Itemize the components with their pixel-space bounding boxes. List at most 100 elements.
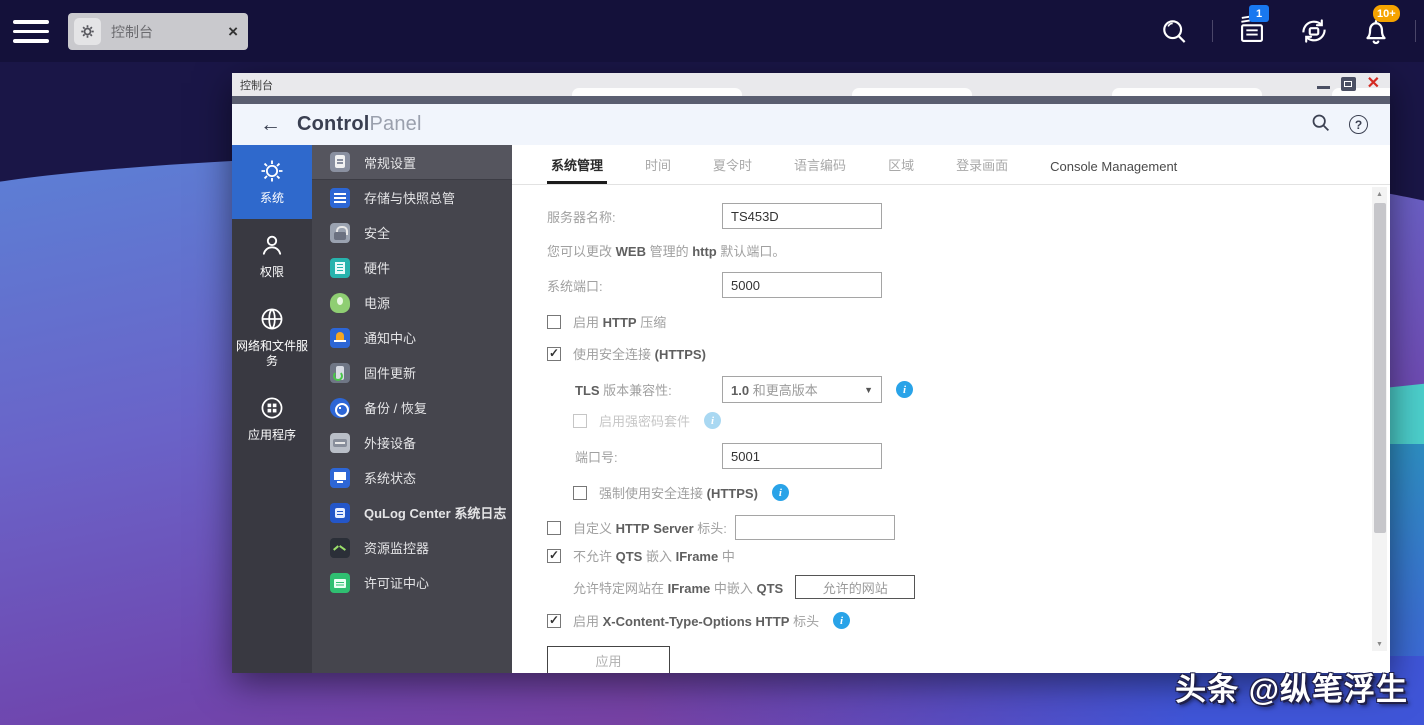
sidebar-item-network-file-services[interactable]: 网络和文件服务 [232,293,312,382]
menu-item-license-center[interactable]: 许可证中心 [312,565,512,600]
app-header: ← ControlPanel ? [232,104,1390,145]
strong-cipher-info-icon[interactable]: i [704,412,721,429]
person-icon [258,231,286,259]
taskbar-tab-control-panel[interactable]: 控制台 × [68,13,248,50]
menu-item-backup-restore[interactable]: 备份 / 恢复 [312,390,512,425]
power-icon [330,293,350,313]
tab-close-icon[interactable]: × [228,22,238,42]
back-arrow-icon[interactable]: ← [260,113,281,137]
sync-backup-icon[interactable] [1297,14,1331,48]
notifications-badge: 10+ [1373,5,1400,22]
tab-time[interactable]: 时间 [641,155,675,184]
scrollbar-thumb[interactable] [1374,203,1386,533]
system-port-input[interactable] [722,272,882,298]
category-sidebar: 系统 权限 网络和文件服务 [232,145,312,673]
notifications-bell-icon[interactable]: 10+ [1359,14,1393,48]
system-admin-form: 服务器名称: 您可以更改 WEB 管理的 http 默认端口。 系统端口: 启用… [512,185,1390,673]
apply-button[interactable]: 应用 [547,646,670,673]
xcontent-label: 启用 X-Content-Type-Options HTTP 标头 [573,611,819,630]
apps-grid-icon [258,394,286,422]
strong-cipher-checkbox[interactable] [573,414,587,428]
globe-icon [258,305,286,333]
scroll-down-icon[interactable]: ▼ [1372,637,1387,651]
tab-bar: 系统管理 时间 夏令时 语言编码 区域 登录画面 Console Managem… [512,145,1390,185]
content-scrollbar[interactable]: ▲ ▼ [1372,187,1387,651]
scroll-up-icon[interactable]: ▲ [1372,187,1387,201]
titlebar-accent-strip [232,96,1390,104]
sidebar-item-applications[interactable]: 应用程序 [232,382,312,456]
menu-item-system-status[interactable]: 系统状态 [312,460,512,495]
search-icon[interactable] [1158,15,1190,47]
tls-version-select[interactable]: 1.0 和更高版本 ▼ [722,376,882,403]
menu-item-general-settings[interactable]: 常规设置 [312,145,512,180]
tab-system-administration[interactable]: 系统管理 [547,155,607,184]
https-port-label: 端口号: [547,447,722,466]
force-https-checkbox[interactable] [573,486,587,500]
xcontent-info-icon[interactable]: i [833,612,850,629]
menu-item-resource-monitor[interactable]: 资源监控器 [312,530,512,565]
force-https-label: 强制使用安全连接 (HTTPS) [599,483,758,502]
server-name-input[interactable] [722,203,882,229]
menu-item-qulog-center[interactable]: QuLog Center 系统日志 [312,495,512,530]
topbar-separator [1415,20,1416,42]
window-titlebar[interactable]: 控制台 ✕ [232,73,1390,96]
firmware-update-icon [330,363,350,383]
desktop-topbar: 控制台 × 1 [0,0,1424,62]
license-center-icon [330,573,350,593]
menu-item-storage-snapshots[interactable]: 存储与快照总管 [312,180,512,215]
resource-monitor-icon [330,538,350,558]
menu-item-power[interactable]: 电源 [312,285,512,320]
tab-login-screen[interactable]: 登录画面 [952,155,1012,184]
header-search-icon[interactable] [1310,112,1331,138]
general-settings-icon [330,152,350,172]
menu-item-security[interactable]: 安全 [312,215,512,250]
no-iframe-checkbox[interactable] [547,549,561,563]
close-button[interactable]: ✕ [1367,77,1380,91]
no-iframe-label: 不允许 QTS 嵌入 IFrame 中 [573,546,735,565]
hardware-icon [330,258,350,278]
force-https-info-icon[interactable]: i [772,484,789,501]
tab-region[interactable]: 区域 [884,155,918,184]
cloud-decoration [572,88,742,96]
cloud-decoration [1112,88,1262,96]
https-label: 使用安全连接 (HTTPS) [573,344,706,363]
tab-console-management[interactable]: Console Management [1046,159,1181,184]
tls-info-icon[interactable]: i [896,381,913,398]
custom-header-input[interactable] [735,515,895,540]
window-title: 控制台 [240,77,273,93]
storage-snapshots-icon [330,188,350,208]
tab-daylight-saving[interactable]: 夏令时 [709,155,756,184]
cloud-decoration [852,88,972,96]
https-port-input[interactable] [722,443,882,469]
http-compression-label: 启用 HTTP 压缩 [573,312,666,331]
help-icon[interactable]: ? [1349,115,1368,134]
minimize-button[interactable] [1317,86,1330,89]
gear-icon [74,18,101,45]
strong-cipher-label: 启用强密码套件 [599,411,690,430]
maximize-button[interactable] [1341,77,1356,91]
content-pane: 系统管理 时间 夏令时 语言编码 区域 登录画面 Console Managem… [512,145,1390,673]
iframe-allow-label: 允许特定网站在 IFrame 中嵌入 QTS [573,578,783,597]
tab-codepage[interactable]: 语言编码 [790,155,850,184]
tls-label: TLS 版本兼容性: [547,380,722,399]
menu-item-firmware-update[interactable]: 固件更新 [312,355,512,390]
background-tasks-icon[interactable]: 1 [1235,14,1269,48]
allowed-websites-button[interactable]: 允许的网站 [795,575,915,599]
taskbar-tab-label: 控制台 [111,22,228,42]
custom-header-checkbox[interactable] [547,521,561,535]
sidebar-item-privilege[interactable]: 权限 [232,219,312,293]
sidebar-item-system[interactable]: 系统 [232,145,312,219]
custom-header-label: 自定义 HTTP Server 标头: [573,518,727,537]
control-panel-window: 控制台 ✕ ← ControlPanel ? [232,73,1390,673]
https-checkbox[interactable] [547,347,561,361]
http-compression-checkbox[interactable] [547,315,561,329]
menu-item-hardware[interactable]: 硬件 [312,250,512,285]
xcontent-checkbox[interactable] [547,614,561,628]
watermark-text: 头条 @纵笔浮生 [1175,664,1408,709]
main-menu-icon[interactable] [13,20,49,44]
menu-item-notification-center[interactable]: 通知中心 [312,320,512,355]
menu-item-external-device[interactable]: 外接设备 [312,425,512,460]
backup-restore-icon [330,398,350,418]
settings-menu: 常规设置 存储与快照总管 安全 硬件 电源 [312,145,512,673]
chevron-down-icon: ▼ [864,385,873,395]
